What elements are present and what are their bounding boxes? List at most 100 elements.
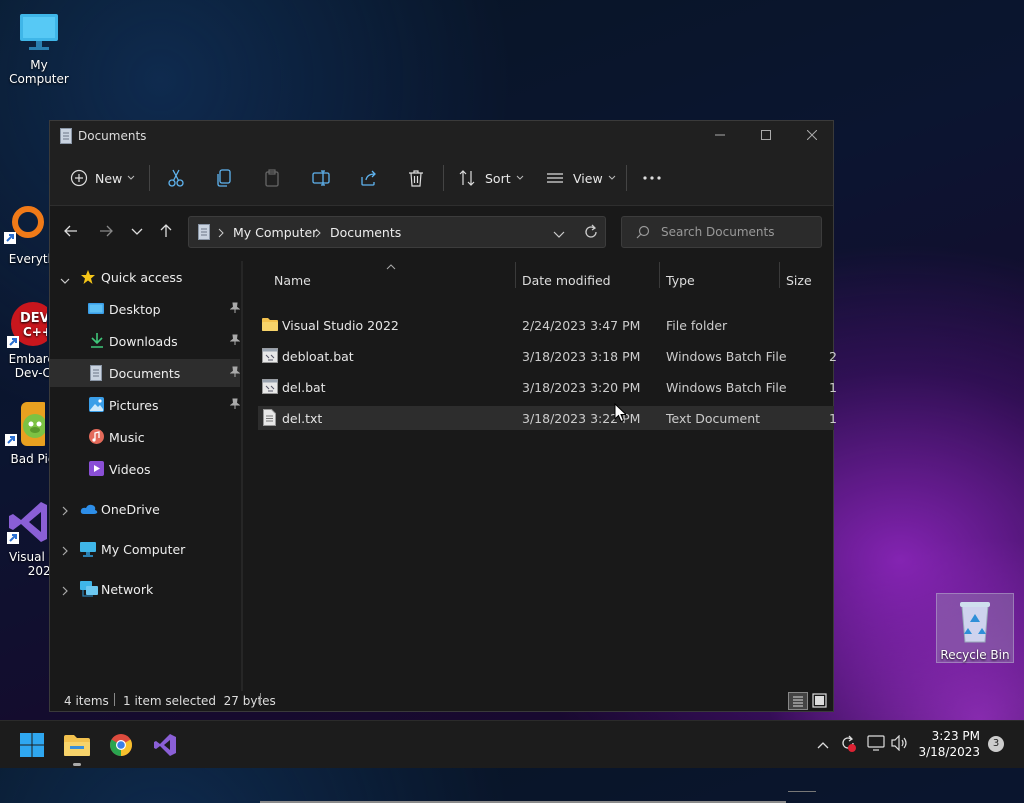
sidebar-item-desktop[interactable]: Desktop (50, 295, 241, 323)
address-history-button[interactable] (553, 228, 565, 242)
taskbar-visual-studio[interactable] (148, 729, 182, 761)
taskbar: 3:23 PM 3/18/2023 3 (0, 720, 1024, 768)
desktop-icon-everything[interactable]: Everyth (0, 204, 55, 266)
file-row[interactable]: debloat.bat 3/18/2023 3:18 PM Windows Ba… (258, 344, 837, 368)
notification-badge[interactable]: 3 (988, 736, 1004, 752)
column-divider[interactable] (515, 262, 516, 288)
taskbar-file-explorer[interactable] (60, 729, 94, 761)
chevron-down-icon (60, 273, 70, 288)
minimize-button[interactable] (697, 121, 743, 151)
back-button[interactable] (59, 220, 83, 244)
sidebar-item-my-computer[interactable]: My Computer (50, 535, 240, 563)
navigation-bar: My Computer Documents Search Documents (50, 206, 833, 256)
desktop-icon-recycle-bin[interactable]: Recycle Bin (936, 593, 1014, 663)
arrow-up-icon (159, 223, 173, 241)
item-count: 4 items (64, 694, 109, 708)
column-header-date-modified[interactable]: Date modified (522, 266, 611, 294)
sidebar-item-pictures[interactable]: Pictures (50, 391, 241, 419)
sidebar-item-onedrive[interactable]: OneDrive (50, 495, 240, 523)
share-button[interactable] (360, 163, 378, 193)
column-header-name[interactable]: Name (274, 266, 311, 294)
breadcrumb-my-computer[interactable]: My Computer (233, 225, 317, 240)
sidebar-item-quick-access[interactable]: Quick access (50, 263, 240, 291)
cut-button[interactable] (168, 163, 184, 193)
folder-icon (262, 317, 278, 334)
sidebar-item-videos[interactable]: Videos (50, 455, 240, 483)
rename-button[interactable] (312, 163, 330, 193)
up-button[interactable] (154, 220, 178, 244)
desktop-icon-bad-piggies[interactable]: Bad Pig (0, 400, 55, 466)
column-divider[interactable] (659, 262, 660, 288)
delete-button[interactable] (408, 163, 424, 193)
paste-button[interactable] (264, 163, 280, 193)
share-icon (360, 169, 378, 187)
sidebar-item-label: OneDrive (101, 502, 160, 517)
pin-icon[interactable] (229, 366, 241, 381)
address-bar[interactable]: My Computer Documents (188, 216, 606, 248)
close-button[interactable] (789, 121, 835, 151)
column-header-size[interactable]: Size (786, 266, 812, 294)
sidebar-item-documents[interactable]: Documents (50, 359, 241, 387)
chevron-down-icon (127, 175, 135, 181)
recent-locations-button[interactable] (125, 220, 149, 244)
desktop-icon-label: My Computer (9, 58, 69, 86)
pane-splitter[interactable] (241, 261, 243, 691)
copy-icon (216, 169, 232, 187)
details-view-button[interactable] (788, 692, 808, 710)
breadcrumb-documents[interactable]: Documents (330, 225, 401, 240)
show-hidden-icons-button[interactable] (817, 738, 829, 752)
column-header-type[interactable]: Type (666, 266, 695, 294)
file-name: debloat.bat (282, 349, 354, 364)
chevron-down-icon (608, 175, 616, 181)
mouse-cursor-icon (614, 402, 628, 426)
title-bar[interactable]: Documents (50, 121, 833, 151)
maximize-button[interactable] (743, 121, 789, 151)
document-icon (198, 224, 210, 243)
pin-icon[interactable] (229, 334, 241, 349)
windows-logo-icon (20, 733, 44, 757)
copy-button[interactable] (216, 163, 232, 193)
start-button[interactable] (15, 729, 49, 761)
notification-count: 3 (992, 738, 1000, 749)
file-row[interactable]: del.txt 3/18/2023 3:22 PM Text Document … (258, 406, 837, 430)
refresh-icon (585, 224, 597, 238)
sidebar-item-label: Documents (109, 366, 181, 381)
svg-text:DEV: DEV (20, 311, 47, 326)
view-button[interactable]: View (546, 163, 616, 193)
sort-button[interactable]: Sort (458, 163, 524, 193)
chevron-down-icon (516, 175, 524, 181)
desktop-icon-my-computer[interactable]: My Computer (1, 10, 77, 86)
file-row[interactable]: Visual Studio 2022 2/24/2023 3:47 PM Fil… (258, 313, 834, 337)
network-status-icon[interactable] (867, 735, 885, 754)
file-type: Windows Batch File (666, 380, 787, 395)
file-name: del.bat (282, 380, 326, 395)
pin-icon[interactable] (229, 398, 241, 413)
column-divider[interactable] (779, 262, 780, 288)
navigation-pane: Quick access Desktop Downloads Documents (50, 261, 242, 691)
picture-icon (89, 397, 104, 415)
search-placeholder: Search Documents (661, 225, 775, 239)
sync-status-icon[interactable] (839, 734, 857, 755)
tiles-view-button[interactable] (811, 692, 829, 710)
volume-icon[interactable] (891, 734, 909, 754)
scrollbar-track-end (788, 791, 816, 792)
file-size: 1 (829, 380, 837, 395)
sidebar-item-music[interactable]: Music (50, 423, 240, 451)
clipboard-icon (264, 169, 280, 187)
taskbar-chrome[interactable] (104, 729, 138, 761)
search-box[interactable]: Search Documents (621, 216, 822, 248)
pin-icon[interactable] (229, 302, 241, 317)
trash-icon (408, 169, 424, 187)
sidebar-item-network[interactable]: Network (50, 575, 240, 603)
sidebar-item-downloads[interactable]: Downloads (50, 327, 241, 355)
file-row[interactable]: del.bat 3/18/2023 3:20 PM Windows Batch … (258, 375, 837, 399)
search-icon (636, 225, 650, 242)
view-lines-icon (546, 169, 564, 187)
status-divider (260, 693, 261, 706)
forward-button[interactable] (94, 220, 118, 244)
new-button[interactable]: New (70, 163, 135, 193)
refresh-button[interactable] (583, 224, 599, 243)
clock[interactable]: 3:23 PM 3/18/2023 (918, 728, 980, 760)
more-options-button[interactable] (642, 163, 662, 193)
toolbar-divider (443, 165, 444, 191)
